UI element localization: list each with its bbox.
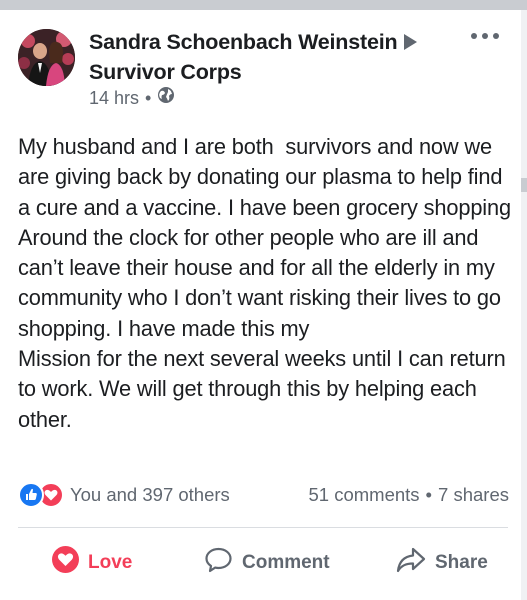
scroll-edge [521, 10, 527, 600]
love-button[interactable]: Love [52, 546, 132, 579]
triangle-right-icon [403, 30, 418, 58]
like-reaction-icon [18, 482, 44, 508]
love-label: Love [88, 551, 133, 573]
author-row: Sandra Schoenbach Weinstein [89, 28, 449, 58]
divider [18, 527, 508, 528]
timestamp[interactable]: 14 hrs [89, 87, 139, 109]
reactions-count: You and 397 others [70, 484, 230, 505]
scroll-marker [521, 178, 527, 192]
stats-separator: • [425, 484, 433, 505]
post-text: My husband and I are both survivors and … [18, 134, 511, 432]
reaction-summary[interactable]: You and 397 others [18, 482, 230, 508]
comment-icon [204, 546, 233, 580]
share-button[interactable]: Share [396, 546, 488, 580]
group-name[interactable]: Survivor Corps [89, 58, 449, 86]
comments-count[interactable]: 51 comments [309, 484, 420, 505]
comment-button[interactable]: Comment [204, 546, 330, 580]
share-label: Share [435, 552, 488, 573]
comment-label: Comment [242, 552, 330, 573]
more-options-icon[interactable] [470, 29, 500, 43]
avatar[interactable] [18, 29, 75, 86]
author-name[interactable]: Sandra Schoenbach Weinstein [89, 30, 398, 54]
heart-icon [52, 546, 79, 579]
shares-count[interactable]: 7 shares [438, 484, 509, 505]
post-meta: 14 hrs • [89, 86, 175, 109]
meta-separator: • [145, 87, 152, 108]
top-bar [0, 0, 527, 10]
post-stats: 51 comments • 7 shares [309, 484, 510, 506]
globe-icon [157, 86, 175, 109]
share-icon [396, 546, 426, 580]
